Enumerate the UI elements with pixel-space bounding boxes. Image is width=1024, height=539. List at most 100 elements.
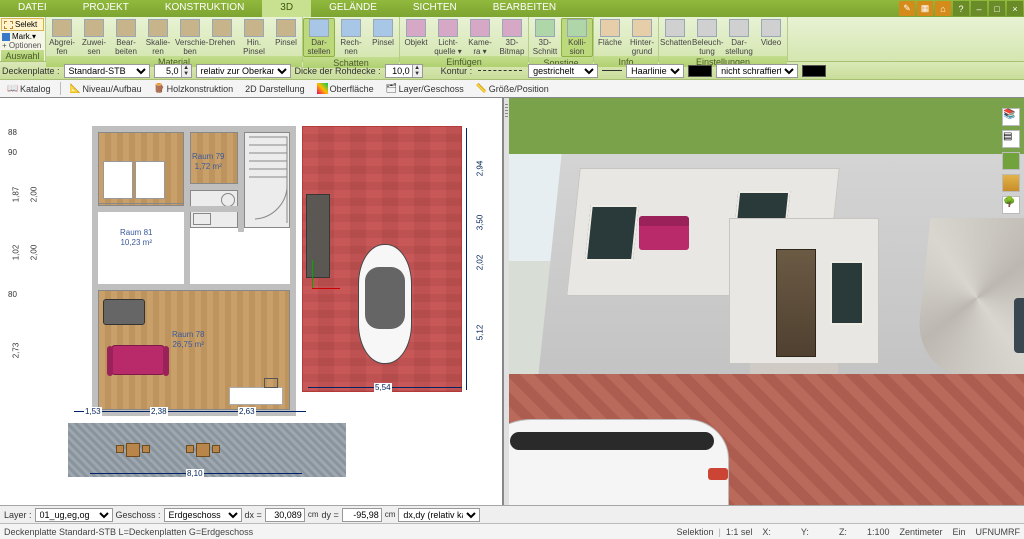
- ribbon-icon: [697, 19, 717, 37]
- thickness-input[interactable]: [154, 64, 182, 78]
- sys-icon[interactable]: ▦: [917, 1, 933, 16]
- grass-view-icon[interactable]: [1002, 152, 1020, 170]
- bottom-input-bar: Layer : 01_ug,eg,og Geschoss : Erdgescho…: [0, 505, 1024, 523]
- side-panel-handle[interactable]: [1014, 298, 1024, 353]
- room-78: [98, 290, 290, 410]
- ribbon-item[interactable]: Licht-quelle ▾: [432, 19, 464, 56]
- menu-tab-konstruktion[interactable]: KONSTRUKTION: [147, 0, 262, 17]
- ribbon-item[interactable]: Skalie-ren: [142, 19, 174, 56]
- tree-view-icon[interactable]: 🌳: [1002, 196, 1020, 214]
- menu-tab-3d[interactable]: 3D: [262, 0, 311, 17]
- tool-groesse[interactable]: 📏Größe/Position: [471, 81, 554, 96]
- coord-mode-select[interactable]: dx,dy (relativ ka: [398, 508, 480, 522]
- select-button[interactable]: Selekt: [1, 18, 44, 31]
- layer-select[interactable]: 01_ug,eg,og: [35, 508, 113, 522]
- menu-tab-sichten[interactable]: SICHTEN: [395, 0, 475, 17]
- ribbon-item[interactable]: Objekt: [400, 19, 432, 47]
- ribbon-item-label: 3D-Schnitt: [530, 38, 560, 56]
- ribbon-item[interactable]: Zuwei-sen: [78, 19, 110, 56]
- spinner-icon[interactable]: ▲▼: [182, 64, 192, 78]
- pane-3d-view[interactable]: 📚 ▤ 🌳: [509, 98, 1024, 505]
- tool-2d[interactable]: 2D Darstellung: [240, 82, 310, 96]
- rohdecke-input[interactable]: [385, 64, 413, 78]
- ribbon-item[interactable]: Rech-nen: [335, 19, 367, 56]
- options-button[interactable]: + Optionen: [1, 41, 44, 50]
- close-icon[interactable]: ×: [1007, 1, 1023, 16]
- ribbon-item[interactable]: Drehen: [206, 19, 238, 47]
- ribbon-item[interactable]: Dar-stellung: [723, 19, 755, 56]
- minimize-icon[interactable]: –: [971, 1, 987, 16]
- status-sel-ratio: 1:1 sel: [726, 527, 753, 537]
- relative-select[interactable]: relativ zur Oberkan: [196, 64, 291, 78]
- mark-button[interactable]: Mark.▾: [1, 32, 44, 41]
- tool-katalog[interactable]: 📖Katalog: [2, 81, 56, 96]
- ribbon-group-schatten: Dar-stellenRech-nenPinselSchatten: [303, 17, 400, 61]
- ribbon-item[interactable]: Pinsel: [270, 19, 302, 47]
- house-outline: Raum 776,44 m² Raum 791,72 m² Raum 8110,…: [92, 126, 296, 416]
- ribbon-item-label: Hin.Pinsel: [239, 38, 269, 56]
- kontur-select[interactable]: gestrichelt: [528, 64, 598, 78]
- monitor-icon: [264, 378, 278, 388]
- status-rf: RF: [1008, 527, 1020, 537]
- status-units: Zentimeter: [899, 527, 942, 537]
- ribbon-item[interactable]: 3D-Schnitt: [529, 19, 561, 56]
- ribbon-item-label: Drehen: [207, 38, 237, 47]
- ribbon-item[interactable]: Hin.Pinsel: [238, 19, 270, 56]
- dim-house-bottom: 1,53 2,38 2,63: [74, 411, 306, 421]
- geschoss-select[interactable]: Erdgeschoss: [164, 508, 242, 522]
- menu-tab-datei[interactable]: DATEI: [0, 0, 65, 17]
- ribbon-item[interactable]: Beleuch-tung: [691, 19, 723, 56]
- cabinet-icon: [306, 194, 330, 278]
- schraffiert-select[interactable]: nicht schraffiert: [716, 64, 798, 78]
- tool-oberflaeche[interactable]: Oberfläche: [312, 81, 379, 96]
- material-view-icon[interactable]: [1002, 174, 1020, 192]
- tool-niveau[interactable]: 📐Niveau/Aufbau: [65, 81, 147, 96]
- color-swatch[interactable]: [688, 65, 712, 77]
- wood-icon: 🪵: [154, 83, 165, 94]
- tool-layer[interactable]: 🗂Layer/Geschoss: [381, 81, 469, 96]
- floor-view-icon[interactable]: ▤: [1002, 130, 1020, 148]
- hatch-swatch[interactable]: [802, 65, 826, 77]
- ribbon-item[interactable]: Fläche: [594, 19, 626, 47]
- ribbon-item[interactable]: Pinsel: [367, 19, 399, 47]
- spinner-icon[interactable]: ▲▼: [413, 64, 423, 78]
- ribbon-item[interactable]: Bear-beiten: [110, 19, 142, 56]
- menu-tab-gelaende[interactable]: GELÄNDE: [311, 0, 395, 17]
- ribbon-item[interactable]: Kolli-sion: [561, 18, 593, 57]
- menu-tab-projekt[interactable]: PROJEKT: [65, 0, 147, 17]
- ribbon-icon: [52, 19, 72, 37]
- status-ein: Ein: [952, 527, 965, 537]
- dim-garage-right: 2,94 3,50 2,02 5,12: [466, 128, 492, 390]
- deckenplatte-select[interactable]: Standard-STB: [64, 64, 150, 78]
- ribbon-item[interactable]: Hinter-grund: [626, 19, 658, 56]
- ribbon-item[interactable]: 3D-Bitmap: [496, 19, 528, 56]
- layers-view-icon[interactable]: 📚: [1002, 108, 1020, 126]
- menu-tab-bearbeiten[interactable]: BEARBEITEN: [475, 0, 574, 17]
- dy-label: dy =: [321, 510, 338, 520]
- dy-input[interactable]: [342, 508, 382, 522]
- maximize-icon[interactable]: □: [989, 1, 1005, 16]
- ribbon-item[interactable]: Verschie-ben: [174, 19, 206, 56]
- ribbon-icon: [244, 19, 264, 37]
- ribbon-item[interactable]: Kame-ra ▾: [464, 19, 496, 56]
- ribbon-item-label: Pinsel: [271, 38, 301, 47]
- ribbon-item-label: Zuwei-sen: [79, 38, 109, 56]
- ribbon-item[interactable]: Video: [755, 19, 787, 47]
- sink-icon: [221, 193, 235, 207]
- status-x: X:: [762, 527, 771, 537]
- ribbon-item[interactable]: Schatten: [659, 19, 691, 47]
- front-door: [776, 249, 816, 357]
- terrain-patio: [68, 423, 346, 477]
- ribbon-item[interactable]: Abgrei-fen: [46, 19, 78, 56]
- status-selektion: Selektion: [677, 527, 714, 537]
- status-y: Y:: [801, 527, 809, 537]
- ribbon-item[interactable]: Dar-stellen: [303, 18, 335, 57]
- sys-icon[interactable]: ⌂: [935, 1, 951, 16]
- haarlinie-select[interactable]: Haarlinie: [626, 64, 684, 78]
- tool-holz[interactable]: 🪵Holzkonstruktion: [149, 81, 239, 96]
- help-icon[interactable]: ?: [953, 1, 969, 16]
- size-icon: 📏: [476, 83, 487, 94]
- dx-input[interactable]: [265, 508, 305, 522]
- sys-icon[interactable]: ✎: [899, 1, 915, 16]
- pane-2d-plan[interactable]: 88 90 1,87 2,00 1,02 2,00 80 2,73 Raum 7…: [0, 98, 504, 505]
